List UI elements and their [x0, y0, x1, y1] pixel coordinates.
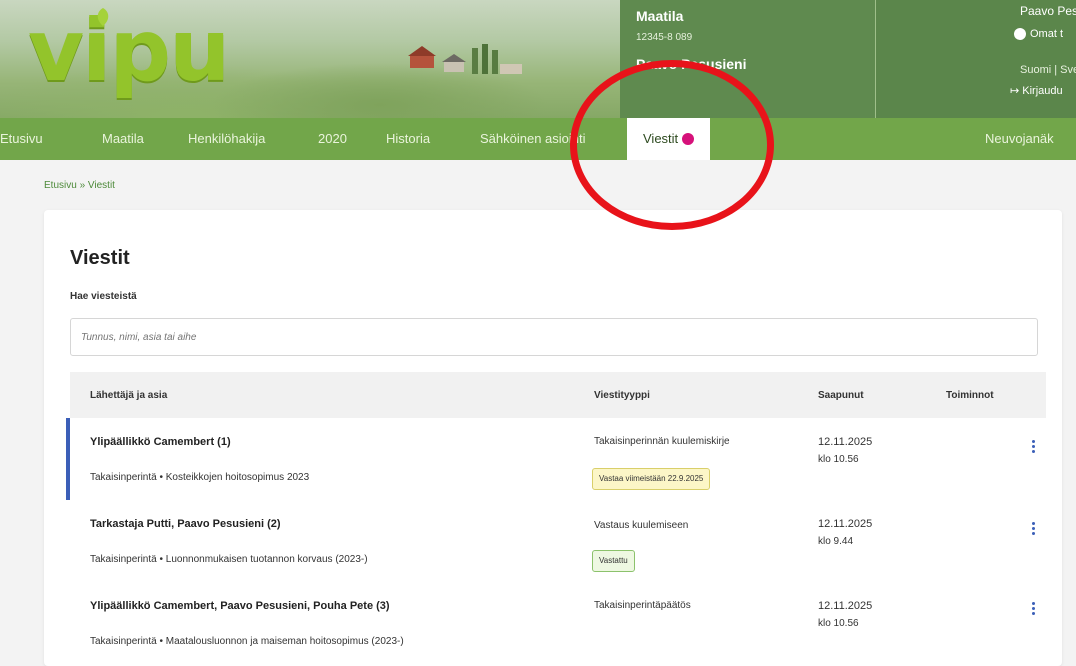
- row-time: klo 10.56: [818, 454, 859, 465]
- row-sender: Tarkastaja Putti, Paavo Pesusieni (2): [90, 518, 281, 530]
- row-sender: Ylipäällikkö Camembert (1): [90, 436, 231, 448]
- row-sender: Ylipäällikkö Camembert, Paavo Pesusieni,…: [90, 600, 390, 612]
- row-date: 12.11.2025: [818, 436, 873, 448]
- row-type: Vastaus kuulemiseen: [594, 520, 689, 531]
- nav-item-maatila[interactable]: Maatila: [102, 118, 144, 160]
- nav-item-neuvojanakyma[interactable]: Neuvojanäk: [985, 118, 1054, 160]
- row-date: 12.11.2025: [818, 600, 873, 612]
- main-nav: Etusivu Maatila Henkilöhakija 2020 Histo…: [0, 118, 1076, 160]
- logout-label: Kirjaudu: [1022, 85, 1063, 97]
- row-time: klo 9.44: [818, 536, 854, 547]
- logout-icon: ↦: [1010, 85, 1023, 97]
- answered-tag: Vastattu: [592, 550, 635, 572]
- column-header-type[interactable]: Viestityyppi: [594, 390, 650, 401]
- page-title: Viestit: [70, 247, 130, 269]
- user-name: Paavo Pesu: [1020, 4, 1076, 18]
- farm-id: 12345-8 089: [636, 32, 693, 43]
- row-subject: Takaisinperintä • Maatalousluonnon ja ma…: [90, 636, 404, 647]
- nav-item-2020[interactable]: 2020: [318, 118, 347, 160]
- info-icon: [1014, 28, 1026, 41]
- leaf-icon: [97, 8, 109, 26]
- row-actions-menu-icon[interactable]: [1032, 602, 1036, 616]
- row-date: 12.11.2025: [818, 518, 873, 530]
- row-actions-menu-icon[interactable]: [1032, 440, 1036, 454]
- row-subject: Takaisinperintä • Kosteikkojen hoitosopi…: [90, 472, 310, 483]
- table-header: Lähettäjä ja asia Viestityyppi Saapunut …: [70, 372, 1046, 418]
- column-header-actions: Toiminnot: [946, 390, 994, 401]
- unread-marker: [66, 418, 70, 500]
- own-info-link[interactable]: Omat t: [1014, 28, 1064, 41]
- vipu-logo[interactable]: vipu: [28, 8, 230, 94]
- row-actions-menu-icon[interactable]: [1032, 522, 1036, 536]
- column-header-received[interactable]: Saapunut: [818, 390, 864, 401]
- nav-item-henkilohakija[interactable]: Henkilöhakija: [188, 118, 265, 160]
- row-time: klo 10.56: [818, 618, 859, 629]
- nav-item-etusivu[interactable]: Etusivu: [0, 118, 43, 160]
- row-type: Takaisinperintäpäätös: [594, 600, 691, 611]
- table-row[interactable]: Tarkastaja Putti, Paavo Pesusieni (2) Ta…: [70, 500, 1046, 585]
- nav-item-historia[interactable]: Historia: [386, 118, 430, 160]
- highlight-circle: [570, 60, 774, 230]
- farm-title: Maatila: [636, 8, 684, 24]
- search-input[interactable]: [70, 318, 1038, 356]
- search-label: Hae viesteistä: [70, 291, 137, 302]
- column-header-sender[interactable]: Lähettäjä ja asia: [90, 390, 167, 401]
- own-info-label: Omat t: [1030, 28, 1064, 40]
- farm-illustration: [408, 44, 522, 74]
- logout-link[interactable]: ↦ Kirjaudu: [1010, 84, 1063, 97]
- table-row[interactable]: Ylipäällikkö Camembert (1) Takaisinperin…: [66, 418, 1046, 501]
- deadline-tag: Vastaa viimeistään 22.9.2025: [592, 468, 711, 490]
- table-row[interactable]: Ylipäällikkö Camembert, Paavo Pesusieni,…: [70, 584, 1046, 666]
- app-header: vipu Maatila 12345-8 089 Paavo Pesusieni…: [0, 0, 1076, 118]
- language-switch[interactable]: Suomi | Sve: [1020, 64, 1076, 76]
- row-subject: Takaisinperintä • Luonnonmukaisen tuotan…: [90, 554, 368, 565]
- breadcrumb[interactable]: Etusivu » Viestit: [44, 180, 115, 191]
- row-type: Takaisinperinnän kuulemiskirje: [594, 436, 730, 447]
